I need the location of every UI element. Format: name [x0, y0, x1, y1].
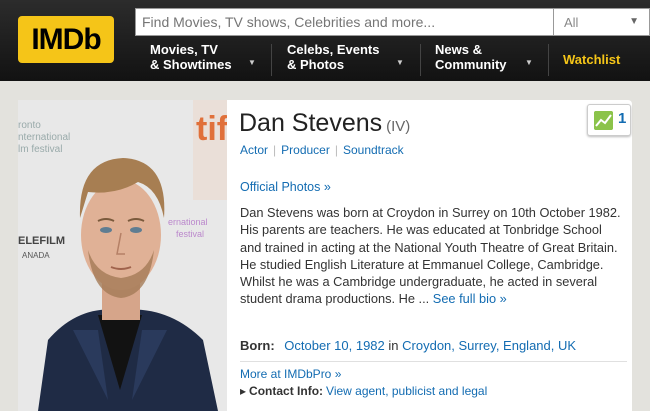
nav-divider: [420, 44, 421, 76]
official-photos-link[interactable]: Official Photos »: [240, 180, 331, 194]
birth-place-link[interactable]: Croydon, Surrey, England, UK: [402, 338, 576, 353]
star-meter-badge[interactable]: 1: [587, 104, 631, 136]
search-category-select[interactable]: All ▼: [553, 8, 650, 36]
nav-watchlist[interactable]: Watchlist: [563, 52, 620, 67]
role-links: Actor | Producer | Soundtrack: [240, 143, 404, 157]
role-link-soundtrack[interactable]: Soundtrack: [343, 143, 404, 157]
contact-info-label: Contact Info:: [249, 384, 324, 398]
imdb-logo[interactable]: IMDb: [18, 16, 114, 63]
chevron-down-icon: ▼: [396, 58, 404, 67]
imdbpro-link[interactable]: More at IMDbPro »: [240, 367, 341, 381]
search-category-value: All: [564, 15, 579, 30]
nav-news-community[interactable]: News & Community ▼: [435, 42, 545, 78]
born-label: Born:: [240, 338, 275, 353]
person-name: Dan Stevens: [239, 109, 383, 137]
born-in-text: in: [388, 338, 399, 353]
profile-panel: tif ronto nternational lm festival ELEFI…: [18, 100, 632, 411]
svg-text:festival: festival: [176, 229, 204, 239]
divider: [240, 361, 627, 362]
svg-text:lm festival: lm festival: [18, 144, 62, 155]
role-divider: |: [334, 143, 338, 157]
contact-info: ▸ Contact Info: View agent, publicist and …: [240, 384, 487, 398]
svg-text:ANADA: ANADA: [22, 251, 50, 260]
nav-celebs-events-photos[interactable]: Celebs, Events & Photos ▼: [287, 42, 417, 78]
bio-body: Dan Stevens was born at Croydon in Surre…: [240, 205, 621, 307]
star-meter-value: 1: [618, 110, 627, 127]
see-full-bio-link[interactable]: See full bio »: [433, 291, 507, 306]
svg-text:nternational: nternational: [18, 132, 70, 143]
born-info: Born: October 10, 1982 in Croydon, Surre…: [240, 338, 576, 353]
portrait-illustration: tif ronto nternational lm festival ELEFI…: [18, 100, 227, 411]
search-input[interactable]: [135, 8, 553, 36]
logo-text: IMDb: [31, 23, 101, 56]
role-link-actor[interactable]: Actor: [240, 143, 268, 157]
nav-movies-tv-showtimes[interactable]: Movies, TV & Showtimes ▼: [150, 42, 270, 78]
profile-photo[interactable]: tif ronto nternational lm festival ELEFI…: [18, 100, 227, 411]
nav-divider: [548, 44, 549, 76]
contact-arrow-icon: ▸: [240, 384, 247, 398]
role-divider: |: [273, 143, 277, 157]
chevron-down-icon: ▼: [525, 58, 533, 67]
role-link-producer[interactable]: Producer: [281, 143, 330, 157]
nav-divider: [271, 44, 272, 76]
bio-text: Dan Stevens was born at Croydon in Surre…: [240, 204, 625, 308]
svg-text:ronto: ronto: [18, 120, 41, 131]
trending-chart-icon: [594, 111, 613, 130]
contact-info-link[interactable]: View agent, publicist and legal: [326, 384, 487, 398]
birth-date-link[interactable]: October 10, 1982: [284, 338, 384, 353]
svg-text:ELEFILM: ELEFILM: [18, 235, 65, 247]
page-title: Dan Stevens (IV): [239, 109, 410, 138]
svg-text:ernational: ernational: [168, 217, 208, 227]
person-name-suffix: (IV): [386, 118, 411, 135]
site-header: IMDb All ▼ Movies, TV & Showtimes ▼ Cele…: [0, 0, 650, 81]
chevron-down-icon: ▼: [629, 16, 639, 27]
chevron-down-icon: ▼: [248, 58, 256, 67]
svg-text:tif: tif: [196, 110, 227, 148]
